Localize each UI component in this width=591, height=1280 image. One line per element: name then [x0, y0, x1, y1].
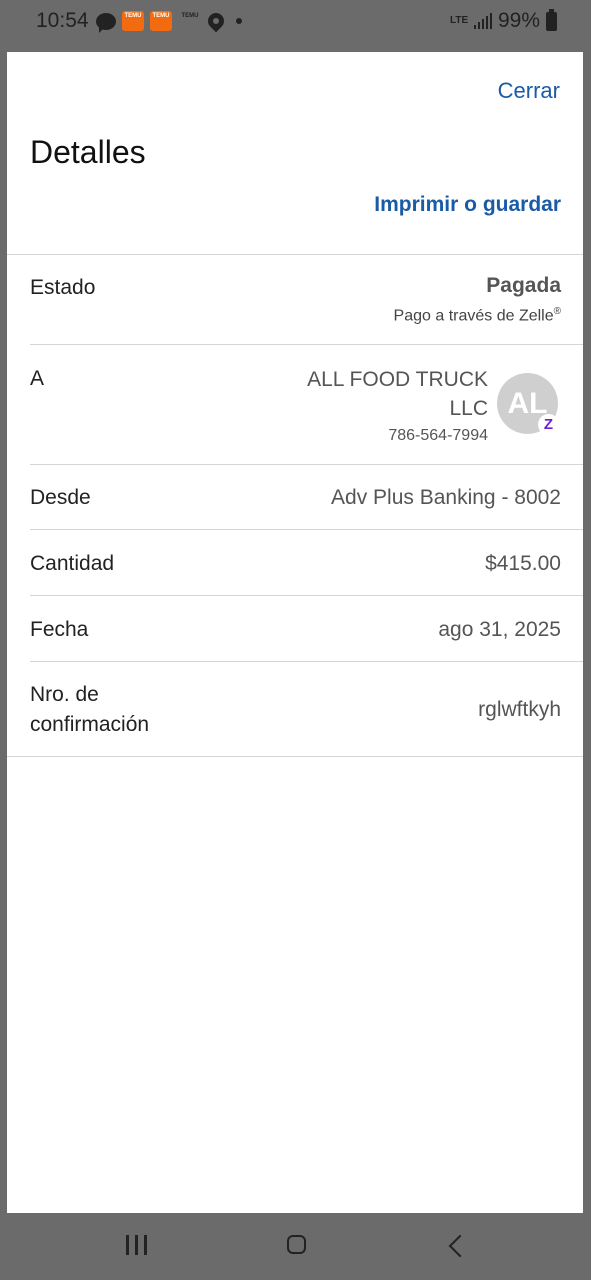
payment-method-text: Pago a través de Zelle — [393, 307, 554, 325]
temu-app-icon: TEMU — [150, 11, 172, 31]
zelle-badge-icon: Z — [538, 414, 559, 435]
more-notifications-icon — [236, 18, 242, 24]
date-value: ago 31, 2025 — [438, 618, 561, 641]
divider — [30, 344, 583, 345]
date-label: Fecha — [30, 618, 89, 641]
recipient-label: A — [30, 367, 45, 390]
back-icon[interactable] — [448, 1234, 472, 1258]
close-button[interactable]: Cerrar — [498, 78, 560, 104]
home-icon[interactable] — [287, 1235, 306, 1254]
payment-method: Pago a través de Zelle® — [394, 306, 561, 325]
network-type: LTE — [449, 15, 469, 26]
navigation-bar — [0, 1213, 591, 1280]
amount-label: Cantidad — [30, 552, 115, 575]
recipient-name-line1: ALL FOOD TRUCK — [307, 368, 488, 391]
divider — [7, 756, 583, 757]
page-title: Detalles — [30, 134, 146, 170]
status-value: Pagada — [486, 274, 561, 297]
signal-icon — [473, 13, 492, 29]
amount-value: $415.00 — [485, 552, 561, 575]
print-or-save-button[interactable]: Imprimir o guardar — [374, 193, 561, 217]
recipient-phone: 786-564-7994 — [388, 427, 488, 444]
divider — [30, 661, 583, 662]
temu-app-icon: TEMU — [181, 13, 199, 19]
recipient-name-line2: LLC — [449, 397, 488, 420]
divider — [30, 529, 583, 530]
status-bar: 10:54 TEMU TEMU TEMU LTE 99% — [0, 0, 591, 48]
details-sheet: Cerrar Detalles Imprimir o guardar Estad… — [7, 52, 583, 1213]
from-value: Adv Plus Banking - 8002 — [331, 486, 561, 509]
system-icons: LTE 99% — [449, 8, 557, 33]
confirmation-value: rglwftkyh — [478, 698, 561, 721]
location-icon — [204, 9, 228, 33]
recent-apps-icon[interactable] — [126, 1235, 147, 1255]
recipient-name: ALL FOOD TRUCK LLC — [307, 365, 488, 423]
confirmation-label: Nro. de confirmación — [30, 680, 149, 740]
divider — [30, 595, 583, 596]
from-label: Desde — [30, 486, 91, 509]
notification-icons: TEMU TEMU TEMU — [96, 9, 242, 33]
status-label: Estado — [30, 276, 96, 299]
message-icon — [96, 12, 116, 33]
divider — [7, 254, 583, 255]
temu-app-icon: TEMU — [122, 11, 144, 31]
battery-level: 99% — [497, 9, 540, 32]
status-time: 10:54 — [36, 9, 89, 32]
confirmation-label-line2: confirmación — [30, 713, 150, 736]
registered-mark: ® — [553, 306, 561, 317]
battery-icon — [546, 8, 557, 31]
divider — [30, 464, 583, 465]
confirmation-label-line1: Nro. de — [30, 683, 99, 706]
